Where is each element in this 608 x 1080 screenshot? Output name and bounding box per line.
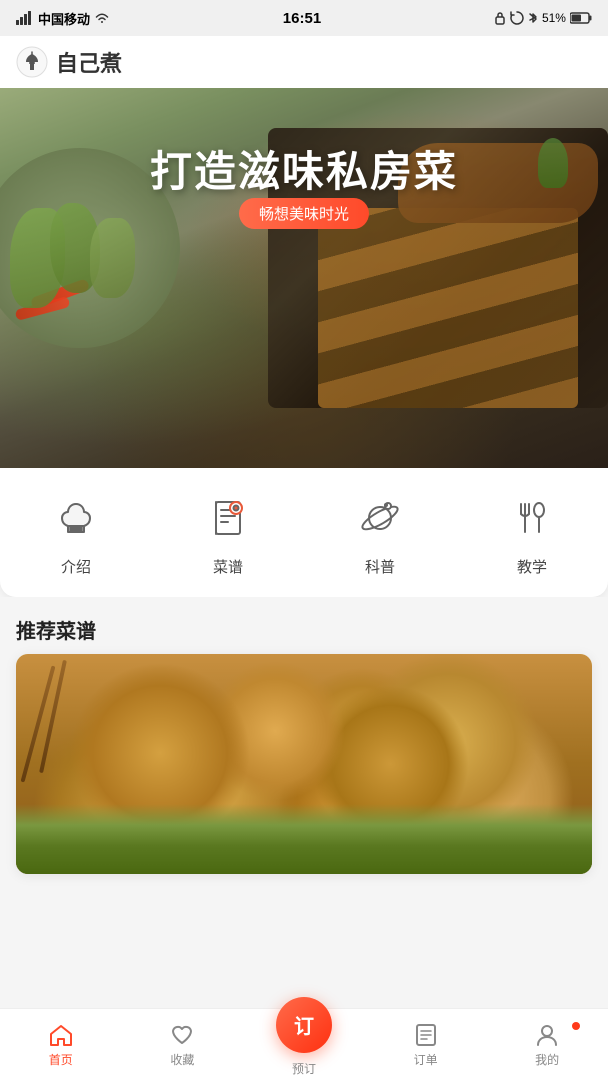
nav-item-favorites[interactable]: 收藏 [122,1022,244,1068]
hero-subtitle: 畅想美味时光 [239,198,369,229]
status-bar: 中国移动 16:51 51% [0,0,608,36]
status-right: 51% [494,11,592,25]
category-section: 介绍 菜谱 科普 [0,468,608,597]
list-icon [413,1022,439,1048]
recipe-card[interactable] [16,654,592,874]
hero-banner: 打造滋味私房菜 畅想美味时光 [0,88,608,468]
nav-item-profile[interactable]: 我的 [486,1022,608,1068]
app-header: 自己煮 [0,36,608,88]
chef-hat-icon [46,488,106,548]
bottom-nav: 首页 收藏 订 预订 订单 我的 [0,1008,608,1080]
recommend-title: 推荐菜谱 [16,621,96,643]
category-label-knowledge: 科普 [365,556,395,577]
lettuce-decoration [16,804,592,874]
recommend-section-heading: 推荐菜谱 [0,597,608,654]
nav-label-orders: 订单 [414,1051,438,1068]
nav-label-home: 首页 [49,1051,73,1068]
home-icon [48,1022,74,1048]
nav-label-order-center: 预订 [292,1060,316,1077]
nav-label-favorites: 收藏 [170,1051,194,1068]
status-carrier: 中国移动 [16,9,110,28]
heart-icon [169,1022,195,1048]
category-label-recipes: 菜谱 [213,556,243,577]
nav-item-orders[interactable]: 订单 [365,1022,487,1068]
app-title: 自己煮 [56,46,122,78]
status-time: 16:51 [283,10,321,27]
nav-item-home[interactable]: 首页 [0,1022,122,1068]
user-icon [534,1022,560,1048]
nav-label-profile: 我的 [535,1051,559,1068]
fork-spoon-icon [502,488,562,548]
nav-item-order-center[interactable]: 订 预订 [243,1013,365,1077]
category-label-tutorial: 教学 [517,556,547,577]
recipe-book-icon [198,488,258,548]
veggie-3 [90,218,135,298]
planet-icon [350,488,410,548]
app-logo-icon [16,46,48,78]
category-item-recipes[interactable]: 菜谱 [198,488,258,577]
order-center-button[interactable]: 订 [276,997,332,1053]
profile-notification-dot [572,1022,580,1030]
category-item-tutorial[interactable]: 教学 [502,488,562,577]
recipe-image [16,654,592,874]
food-strips [318,208,578,408]
hero-main-title: 打造滋味私房菜 [0,138,608,199]
category-item-intro[interactable]: 介绍 [46,488,106,577]
category-label-intro: 介绍 [61,556,91,577]
category-item-knowledge[interactable]: 科普 [350,488,410,577]
